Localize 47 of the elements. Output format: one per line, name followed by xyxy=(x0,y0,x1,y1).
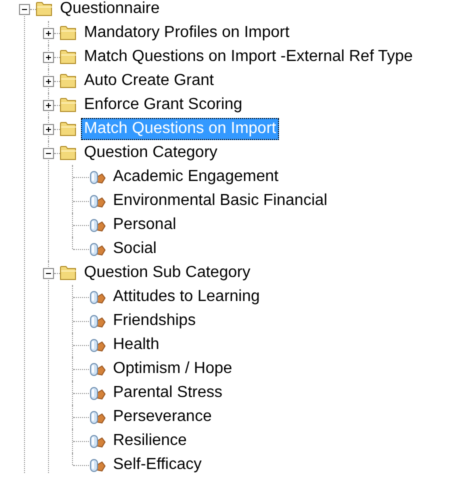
collapse-icon[interactable] xyxy=(43,148,54,158)
capsule-icon xyxy=(89,434,106,448)
capsule-icon xyxy=(89,194,106,208)
tree-item[interactable]: Mandatory Profiles on Import xyxy=(81,22,292,44)
folder-icon xyxy=(60,74,77,88)
capsule-icon xyxy=(89,338,106,352)
tree-item[interactable]: Questionnaire xyxy=(57,0,163,20)
capsule-icon xyxy=(89,458,106,472)
tree-item[interactable]: Self-Efficacy xyxy=(110,454,205,474)
expand-icon[interactable] xyxy=(43,28,54,38)
folder-icon xyxy=(60,50,77,64)
tree-item[interactable]: Parental Stress xyxy=(110,382,226,404)
expand-icon[interactable] xyxy=(43,100,54,110)
folder-icon xyxy=(60,266,77,280)
tree-item[interactable]: Attitudes to Learning xyxy=(110,286,263,308)
folder-icon xyxy=(60,146,77,160)
tree-item[interactable]: Question Sub Category xyxy=(81,262,254,284)
capsule-icon xyxy=(89,362,106,376)
tree-item[interactable]: Health xyxy=(110,334,162,356)
tree-item[interactable]: Auto Create Grant xyxy=(81,70,217,92)
capsule-icon xyxy=(89,218,106,232)
tree-item[interactable]: Personal xyxy=(110,214,180,236)
tree-item[interactable]: Environmental Basic Financial xyxy=(110,190,330,212)
capsule-icon xyxy=(89,386,106,400)
tree-item[interactable]: Friendships xyxy=(110,310,199,332)
capsule-icon xyxy=(89,290,106,304)
folder-icon xyxy=(60,122,77,136)
folder-icon xyxy=(36,2,53,16)
capsule-icon xyxy=(89,314,106,328)
tree-item[interactable]: Match Questions on Import -External Ref Type xyxy=(81,46,416,68)
tree-item[interactable]: Enforce Grant Scoring xyxy=(81,94,246,116)
capsule-icon xyxy=(89,170,106,184)
capsule-icon xyxy=(89,242,106,256)
collapse-icon[interactable] xyxy=(19,4,30,14)
expand-icon[interactable] xyxy=(43,76,54,86)
tree-item[interactable]: Question Category xyxy=(81,142,220,164)
tree-item[interactable]: Academic Engagement xyxy=(110,166,282,188)
folder-icon xyxy=(60,98,77,112)
expand-icon[interactable] xyxy=(43,52,54,62)
capsule-icon xyxy=(89,410,106,424)
collapse-icon[interactable] xyxy=(43,268,54,278)
tree-item[interactable]: Perseverance xyxy=(110,406,215,428)
tree-item[interactable]: Social xyxy=(110,238,160,260)
expand-icon[interactable] xyxy=(43,124,54,134)
tree-item[interactable]: Resilience xyxy=(110,430,190,452)
tree-item[interactable]: Optimism / Hope xyxy=(110,358,236,380)
folder-icon xyxy=(60,26,77,40)
